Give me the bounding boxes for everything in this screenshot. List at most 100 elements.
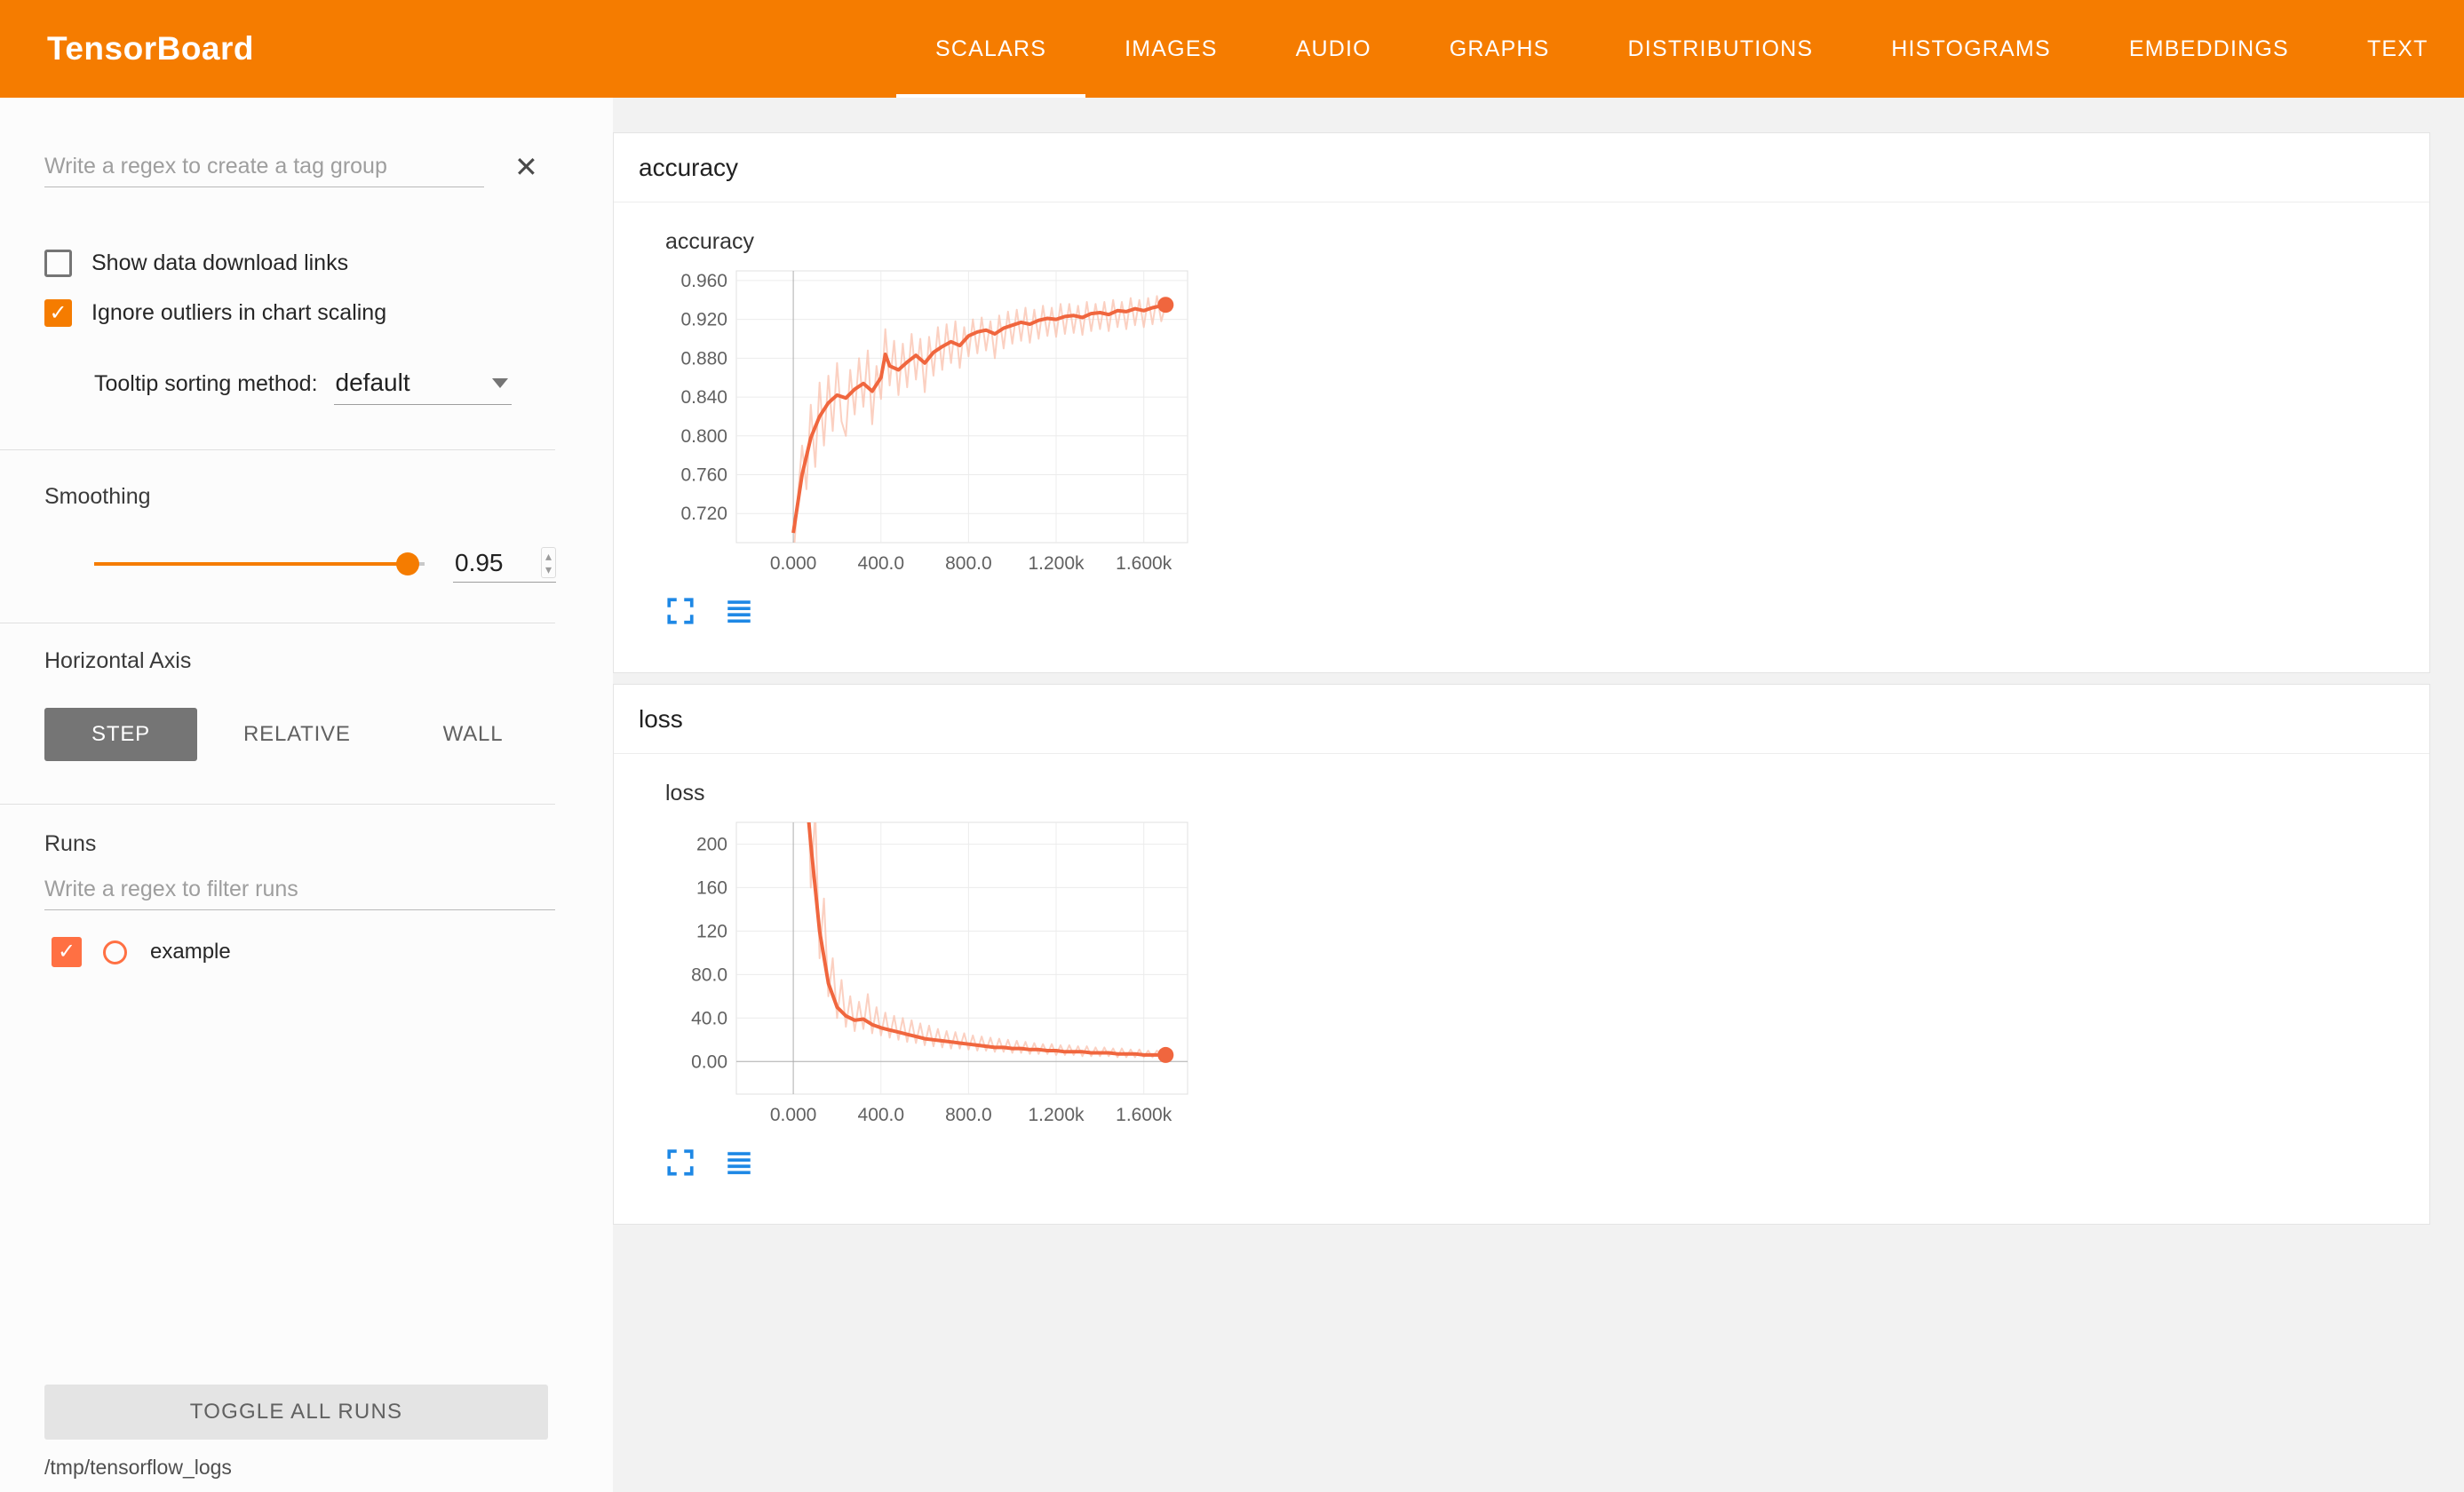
horizontal-axis-label: Horizontal Axis — [44, 648, 613, 674]
svg-text:800.0: 800.0 — [945, 553, 992, 574]
tab-text[interactable]: TEXT — [2328, 0, 2464, 98]
svg-text:0.00: 0.00 — [691, 1052, 727, 1072]
log-dir-path: /tmp/tensorflow_logs — [44, 1456, 613, 1480]
tab-audio[interactable]: AUDIO — [1257, 0, 1411, 98]
svg-text:0.000: 0.000 — [770, 553, 817, 574]
chart-actions — [665, 596, 2429, 626]
chevron-down-icon — [492, 378, 508, 388]
option-label: Ignore outliers in chart scaling — [91, 300, 386, 326]
app-title: TensorBoard — [47, 30, 254, 67]
svg-text:0.000: 0.000 — [770, 1105, 817, 1125]
wall-button[interactable]: WALL — [397, 708, 550, 761]
relative-button[interactable]: RELATIVE — [197, 708, 397, 761]
tooltip-sorting-label: Tooltip sorting method: — [94, 371, 318, 397]
smoothing-slider[interactable] — [94, 550, 425, 578]
main-content: accuracy accuracy 0.9600.9200.8800.8400.… — [613, 98, 2464, 1492]
tab-images[interactable]: IMAGES — [1085, 0, 1256, 98]
runs-label: Runs — [44, 831, 613, 857]
tab-graphs[interactable]: GRAPHS — [1411, 0, 1589, 98]
accuracy-chart[interactable]: 0.960 0.920 0.880 0.840 0.800 0.760 0.720 0.000… — [665, 262, 1198, 582]
sidebar-spacer — [44, 967, 613, 1385]
svg-text:1.600k: 1.600k — [1116, 1105, 1172, 1125]
sidebar: ✕ ✓ Show data download links ✓ Ignore ou… — [0, 98, 613, 1492]
step-button[interactable]: STEP — [44, 708, 197, 761]
spinner-up-icon[interactable]: ▴ — [545, 550, 552, 563]
tooltip-sorting-select[interactable]: default — [334, 367, 512, 405]
tab-histograms[interactable]: HISTOGRAMS — [1852, 0, 2090, 98]
checkbox-icon: ✓ — [44, 299, 72, 327]
tag-group-title: loss — [639, 705, 683, 734]
svg-text:0.960: 0.960 — [680, 271, 727, 291]
svg-text:1.200k: 1.200k — [1028, 553, 1085, 574]
divider — [0, 449, 555, 450]
check-icon: ✓ — [58, 941, 76, 963]
tag-filter-input[interactable] — [44, 147, 484, 187]
divider — [0, 804, 555, 805]
run-checkbox-icon[interactable]: ✓ — [52, 937, 82, 967]
smoothing-control: ▴ ▾ — [94, 545, 613, 583]
toggle-all-runs-button[interactable]: TOGGLE ALL RUNS — [44, 1385, 548, 1440]
chart-block: loss 200 160 120 80.0 40.0 0.00 0.000 400.0 800.… — [614, 754, 2429, 1224]
svg-text:400.0: 400.0 — [858, 553, 905, 574]
option-label: Show data download links — [91, 250, 348, 276]
chart-actions — [665, 1147, 2429, 1178]
spinner-down-icon[interactable]: ▾ — [545, 563, 552, 576]
svg-text:80.0: 80.0 — [691, 964, 727, 985]
fullscreen-icon — [665, 1147, 695, 1178]
smoothing-label: Smoothing — [44, 484, 613, 510]
run-filter-input[interactable] — [44, 869, 555, 910]
tag-group-card-loss: loss loss 200 160 120 80.0 40.0 0.00 0.000 400.… — [613, 684, 2430, 1225]
svg-text:160: 160 — [696, 877, 727, 898]
check-icon: ✓ — [49, 303, 67, 324]
svg-text:400.0: 400.0 — [858, 1105, 905, 1125]
run-color-swatch — [103, 940, 127, 964]
slider-thumb[interactable] — [396, 552, 419, 575]
run-item-example[interactable]: ✓ example — [52, 937, 613, 967]
content-area: ✕ ✓ Show data download links ✓ Ignore ou… — [0, 98, 2464, 1492]
chart-block: accuracy 0.9600.9200.8800.8400.8000.7600… — [614, 202, 2429, 672]
data-list-button[interactable] — [724, 1147, 754, 1178]
tab-embeddings[interactable]: EMBEDDINGS — [2090, 0, 2328, 98]
smoothing-value-box: ▴ ▾ — [453, 545, 556, 583]
fullscreen-button[interactable] — [665, 596, 695, 626]
svg-text:40.0: 40.0 — [691, 1008, 727, 1028]
fullscreen-icon — [665, 596, 695, 626]
data-list-icon — [724, 1147, 754, 1178]
ignore-outliers-option[interactable]: ✓ Ignore outliers in chart scaling — [44, 299, 613, 327]
tab-distributions[interactable]: DISTRIBUTIONS — [1589, 0, 1853, 98]
data-list-button[interactable] — [724, 596, 754, 626]
fullscreen-button[interactable] — [665, 1147, 695, 1178]
svg-text:800.0: 800.0 — [945, 1105, 992, 1125]
tag-filter-row: ✕ — [44, 147, 613, 187]
svg-text:0.720: 0.720 — [680, 504, 727, 524]
loss-chart[interactable]: 200 160 120 80.0 40.0 0.00 0.000 400.0 800.0 1.20… — [665, 813, 1198, 1133]
data-list-icon — [724, 596, 754, 626]
svg-text:0.920: 0.920 — [680, 310, 727, 330]
tab-scalars[interactable]: SCALARS — [896, 0, 1085, 98]
tooltip-sorting-value: default — [336, 369, 410, 397]
app-header: TensorBoard SCALARS IMAGES AUDIO GRAPHS … — [0, 0, 2464, 98]
svg-text:1.200k: 1.200k — [1028, 1105, 1085, 1125]
close-icon[interactable]: ✕ — [514, 153, 538, 181]
chart-title: loss — [665, 781, 2429, 806]
tag-group-card-accuracy: accuracy accuracy 0.9600.9200.8800.8400.… — [613, 132, 2430, 673]
svg-text:0.760: 0.760 — [680, 465, 727, 486]
smoothing-value-input[interactable] — [453, 548, 512, 578]
tag-group-header[interactable]: accuracy — [614, 133, 2429, 202]
run-label: example — [150, 940, 231, 964]
horizontal-axis-buttons: STEP RELATIVE WALL — [44, 708, 613, 761]
tag-group-header[interactable]: loss — [614, 685, 2429, 754]
svg-text:200: 200 — [696, 835, 727, 855]
show-download-links-option[interactable]: ✓ Show data download links — [44, 250, 613, 277]
svg-text:0.840: 0.840 — [680, 387, 727, 408]
checkbox-icon: ✓ — [44, 250, 72, 277]
svg-text:0.880: 0.880 — [680, 348, 727, 369]
svg-text:0.800: 0.800 — [680, 426, 727, 447]
tag-group-title: accuracy — [639, 154, 738, 182]
slider-fill — [94, 562, 408, 566]
chart-title: accuracy — [665, 229, 2429, 255]
main-nav: SCALARS IMAGES AUDIO GRAPHS DISTRIBUTION… — [896, 0, 2464, 98]
number-spinner[interactable]: ▴ ▾ — [541, 547, 556, 578]
svg-text:1.600k: 1.600k — [1116, 553, 1172, 574]
svg-text:120: 120 — [696, 921, 727, 941]
